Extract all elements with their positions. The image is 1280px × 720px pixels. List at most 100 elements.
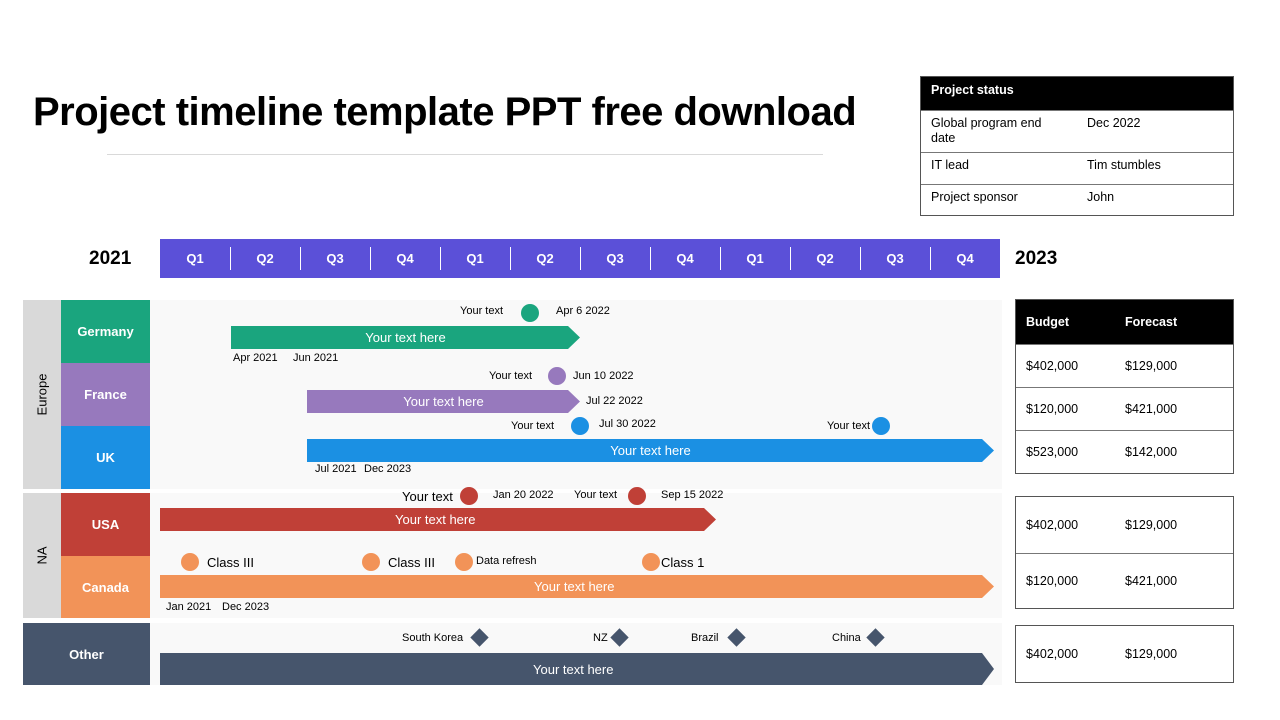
quarter-label: Q3 <box>580 239 650 278</box>
france-bar: Your text here <box>307 390 580 413</box>
forecast-cell: $129,000 <box>1125 647 1178 661</box>
canada-end-date: Dec 2023 <box>222 601 270 613</box>
forecast-cell: $421,000 <box>1125 574 1178 588</box>
quarter-label: Q4 <box>650 239 720 278</box>
finance-table-na: $402,000 $129,000 $120,000 $421,000 <box>1015 496 1234 609</box>
region-label: Europe <box>34 373 50 416</box>
milestone-dot <box>455 553 473 571</box>
bar-label: Your text here <box>533 661 614 677</box>
status-row: IT lead Tim stumbles <box>921 152 1233 184</box>
budget-cell: $402,000 <box>1026 518 1079 532</box>
status-table-header: Project status <box>921 77 1233 110</box>
budget-cell: $402,000 <box>1026 647 1079 661</box>
budget-header: Budget <box>1026 315 1070 329</box>
milestone-dot <box>181 553 199 571</box>
quarter-label: Q3 <box>300 239 370 278</box>
bar-label: Your text here <box>403 394 484 409</box>
forecast-cell: $421,000 <box>1125 402 1178 416</box>
quarter-label: Q3 <box>860 239 930 278</box>
title-divider <box>107 154 823 155</box>
country-uk: UK <box>61 426 150 489</box>
usa-milestone1-date: Jan 20 2022 <box>493 489 554 501</box>
milestone-dot <box>362 553 380 571</box>
france-end-date: Jul 22 2022 <box>586 395 643 407</box>
finance-row: $402,000 $129,000 <box>1016 626 1233 682</box>
region-na: NA <box>23 493 61 618</box>
milestone-dot <box>628 487 646 505</box>
canada-milestone-label: Class 1 <box>661 555 705 570</box>
germany-milestone-text: Your text <box>460 305 504 317</box>
france-milestone-text: Your text <box>489 370 533 382</box>
budget-cell: $120,000 <box>1026 574 1079 588</box>
uk-end-date: Dec 2023 <box>364 463 412 475</box>
quarter-bar: Q1 Q2 Q3 Q4 Q1 Q2 Q3 Q4 Q1 Q2 Q3 Q4 <box>160 239 1000 278</box>
canada-milestone-label: Class III <box>388 555 435 570</box>
quarter-label: Q4 <box>370 239 440 278</box>
quarter-label: Q1 <box>186 251 204 266</box>
forecast-header: Forecast <box>1125 315 1178 329</box>
usa-bar: Your text here <box>160 508 716 531</box>
france-milestone-date: Jun 10 2022 <box>573 370 634 382</box>
region-europe: Europe <box>23 300 61 489</box>
country-germany: Germany <box>61 300 150 363</box>
canada-milestone-label: Data refresh <box>476 555 537 567</box>
finance-row: $402,000 $129,000 <box>1016 497 1233 553</box>
other-milestone-label: China <box>832 632 861 644</box>
status-value: Tim stumbles <box>1087 158 1161 172</box>
quarter-label: Q1 <box>440 239 510 278</box>
other-milestone-label: NZ <box>593 632 608 644</box>
status-value: John <box>1087 190 1115 204</box>
finance-table-other: $402,000 $129,000 <box>1015 625 1234 683</box>
milestone-dot <box>872 417 890 435</box>
milestone-dot <box>571 417 589 435</box>
budget-cell: $120,000 <box>1026 402 1079 416</box>
start-year-label: 2021 <box>89 248 132 269</box>
milestone-dot <box>642 553 660 571</box>
finance-table-europe: Budget Forecast $402,000 $129,000 $120,0… <box>1015 299 1234 474</box>
quarter-label: Q2 <box>510 239 580 278</box>
milestone-dot <box>460 487 478 505</box>
finance-row: $120,000 $421,000 <box>1016 553 1233 608</box>
status-key: Project sponsor <box>931 190 1018 204</box>
finance-row: $120,000 $421,000 <box>1016 387 1233 430</box>
finance-row: $402,000 $129,000 <box>1016 344 1233 387</box>
status-key: IT lead <box>931 158 969 172</box>
germany-milestone-date: Apr 6 2022 <box>556 305 610 317</box>
forecast-cell: $129,000 <box>1125 359 1178 373</box>
uk-milestone1-text: Your text <box>511 420 555 432</box>
quarter-label: Q1 <box>720 239 790 278</box>
other-milestone-label: South Korea <box>402 632 464 644</box>
status-row: Global program end date Dec 2022 <box>921 110 1233 152</box>
usa-milestone2-text: Your text <box>574 489 618 501</box>
status-row: Project sponsor John <box>921 184 1233 215</box>
uk-start-date: Jul 2021 <box>315 463 357 475</box>
other-bar: Your text here <box>160 653 994 685</box>
bar-label: Your text here <box>610 443 691 458</box>
page-title: Project timeline template PPT free downl… <box>33 90 857 134</box>
bar-label: Your text here <box>534 579 615 594</box>
other-milestone-label: Brazil <box>691 632 719 644</box>
milestone-dot <box>521 304 539 322</box>
canada-bar: Your text here <box>160 575 994 598</box>
region-other: Other <box>23 623 150 685</box>
country-usa: USA <box>61 493 150 556</box>
bar-label: Your text here <box>365 330 446 345</box>
uk-milestone2-text: Your text <box>827 420 871 432</box>
budget-cell: $402,000 <box>1026 359 1079 373</box>
quarter-label: Q2 <box>790 239 860 278</box>
project-status-table: Project status Global program end date D… <box>920 76 1234 216</box>
milestone-dot <box>548 367 566 385</box>
bar-label: Your text here <box>395 512 476 527</box>
finance-row: $523,000 $142,000 <box>1016 430 1233 473</box>
canada-start-date: Jan 2021 <box>166 601 212 613</box>
uk-bar: Your text here <box>307 439 994 462</box>
country-france: France <box>61 363 150 426</box>
usa-milestone1-text: Your text <box>402 489 453 504</box>
forecast-cell: $129,000 <box>1125 518 1178 532</box>
end-year-label: 2023 <box>1015 248 1058 269</box>
germany-start-date: Apr 2021 <box>233 352 278 364</box>
region-label: NA <box>34 546 50 565</box>
canada-milestone-label: Class III <box>207 555 254 570</box>
germany-end-date: Jun 2021 <box>293 352 339 364</box>
uk-milestone1-date: Jul 30 2022 <box>599 418 656 430</box>
